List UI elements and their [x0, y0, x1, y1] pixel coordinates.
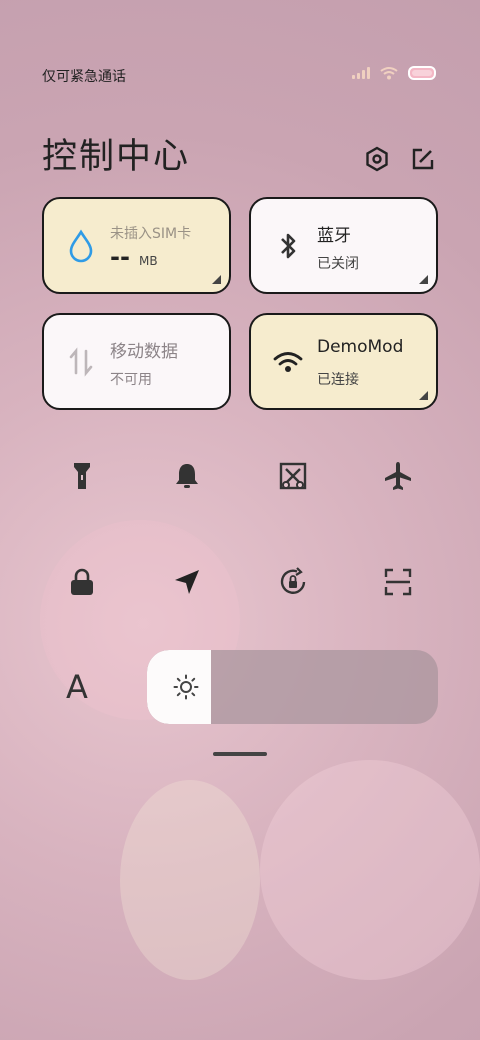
- wifi-icon: [273, 352, 303, 372]
- tile-status: 已关闭: [317, 256, 359, 272]
- battery-icon: [408, 66, 436, 80]
- wallpaper-blob: [260, 760, 480, 980]
- lock-icon[interactable]: [66, 566, 98, 598]
- tile-status: 已连接: [317, 372, 359, 388]
- data-usage-tile[interactable]: 未插入SIM卡 -- MB: [42, 197, 231, 294]
- tile-title: 蓝牙: [317, 226, 351, 246]
- usage-value-row: -- MB: [110, 243, 158, 271]
- status-icons: [352, 66, 436, 80]
- bluetooth-tile[interactable]: 蓝牙 已关闭: [249, 197, 438, 294]
- expand-indicator: [419, 391, 428, 400]
- usage-unit: MB: [139, 254, 158, 268]
- rotation-lock-icon[interactable]: [277, 566, 309, 598]
- signal-icon: [352, 67, 370, 79]
- mobile-data-tile[interactable]: 移动数据 不可用: [42, 313, 231, 410]
- bluetooth-icon: [281, 233, 296, 259]
- data-transfer-icon: [69, 347, 93, 377]
- expand-indicator: [212, 275, 221, 284]
- tile-title: 未插入SIM卡: [110, 226, 192, 242]
- brightness-slider[interactable]: [147, 650, 438, 724]
- expand-indicator: [419, 275, 428, 284]
- panel-drag-handle[interactable]: [213, 752, 267, 756]
- font-size-button[interactable]: A: [66, 668, 88, 706]
- wifi-status-icon: [380, 67, 398, 80]
- edit-icon[interactable]: [410, 146, 436, 172]
- bell-icon[interactable]: [171, 460, 203, 492]
- scan-icon[interactable]: [382, 566, 414, 598]
- airplane-icon[interactable]: [382, 460, 414, 492]
- wallpaper-blob: [120, 780, 260, 980]
- page-title: 控制中心: [42, 137, 191, 177]
- settings-icon[interactable]: [364, 146, 390, 172]
- tile-title: DemoMod: [317, 337, 404, 357]
- tile-title: 移动数据: [110, 342, 178, 362]
- screenshot-icon[interactable]: [277, 460, 309, 492]
- location-icon[interactable]: [171, 566, 203, 598]
- carrier-status: 仅可紧急通话: [42, 69, 126, 85]
- brightness-icon: [173, 674, 199, 700]
- wifi-tile[interactable]: DemoMod 已连接: [249, 313, 438, 410]
- tile-status: 不可用: [110, 372, 152, 388]
- water-drop-icon: [69, 229, 93, 263]
- usage-value: --: [110, 243, 130, 271]
- flashlight-icon[interactable]: [66, 460, 98, 492]
